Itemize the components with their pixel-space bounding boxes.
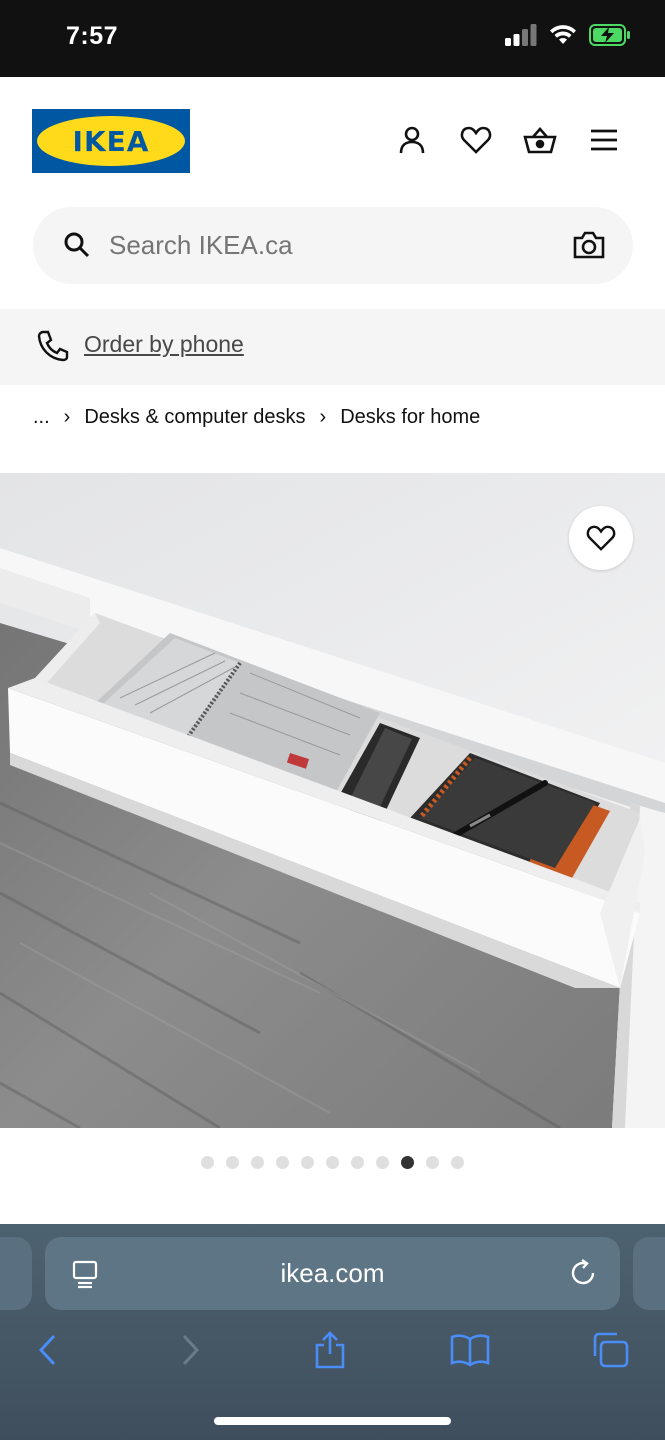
signal-icon	[505, 24, 537, 46]
forward-button[interactable]	[168, 1328, 212, 1372]
heart-icon	[586, 525, 616, 551]
order-by-phone-bar: Order by phone	[0, 309, 665, 385]
order-by-phone-link[interactable]: Order by phone	[84, 331, 244, 358]
chevron-right-icon: ›	[63, 406, 71, 428]
next-tab-preview[interactable]	[633, 1237, 665, 1310]
gallery-dot[interactable]	[301, 1156, 314, 1169]
gallery-dot[interactable]	[226, 1156, 239, 1169]
camera-icon[interactable]	[573, 230, 605, 260]
chevron-right-icon: ›	[319, 406, 327, 428]
address-bar[interactable]: ikea.com	[45, 1237, 620, 1310]
previous-tab-preview[interactable]	[0, 1237, 32, 1310]
chevron-left-icon	[38, 1334, 56, 1366]
status-icons	[505, 24, 631, 46]
search-input[interactable]	[109, 207, 549, 284]
header-icons	[395, 123, 621, 157]
cart-icon[interactable]	[523, 123, 557, 157]
logo-oval: IKEA	[37, 116, 185, 166]
site-header: IKEA	[0, 77, 665, 197]
logo-text: IKEA	[72, 124, 150, 158]
breadcrumb-item-desks-for-home[interactable]: Desks for home	[340, 406, 480, 429]
tabs-button[interactable]	[588, 1328, 632, 1372]
reload-icon[interactable]	[568, 1258, 598, 1288]
account-icon[interactable]	[395, 123, 429, 157]
browser-toolbar	[0, 1328, 665, 1388]
phone-icon	[37, 330, 69, 362]
bookmarks-button[interactable]	[448, 1328, 492, 1372]
wifi-icon	[550, 25, 576, 44]
gallery-dot[interactable]	[351, 1156, 364, 1169]
product-image[interactable]	[0, 473, 665, 1128]
gallery-dot[interactable]	[251, 1156, 264, 1169]
chevron-right-icon	[182, 1334, 200, 1366]
back-button[interactable]	[26, 1328, 70, 1372]
gallery-pagination	[0, 1156, 665, 1169]
breadcrumb-item-ellipsis[interactable]: ...	[33, 406, 50, 429]
search-icon	[64, 232, 90, 258]
gallery-dot[interactable]	[276, 1156, 289, 1169]
home-indicator	[214, 1417, 451, 1425]
menu-icon[interactable]	[587, 123, 621, 157]
ikea-logo[interactable]: IKEA	[32, 109, 190, 173]
add-to-favorites-button[interactable]	[569, 506, 633, 570]
book-icon	[450, 1334, 490, 1367]
status-bar: 7:57	[0, 0, 665, 77]
share-icon	[315, 1331, 345, 1369]
gallery-dot[interactable]	[201, 1156, 214, 1169]
battery-charging-icon	[589, 24, 630, 46]
gallery-dot[interactable]	[426, 1156, 439, 1169]
share-button[interactable]	[308, 1328, 352, 1372]
heart-icon[interactable]	[459, 123, 493, 157]
breadcrumb-item-desks-computer-desks[interactable]: Desks & computer desks	[84, 406, 305, 429]
gallery-dot-active[interactable]	[401, 1156, 414, 1169]
browser-bottom-bar: ikea.com	[0, 1224, 665, 1440]
url-text: ikea.com	[280, 1258, 385, 1288]
gallery-dot[interactable]	[376, 1156, 389, 1169]
status-time: 7:57	[66, 22, 119, 50]
product-photo-desk-drawer	[0, 473, 665, 1128]
gallery-dot[interactable]	[451, 1156, 464, 1169]
search-bar[interactable]	[33, 207, 633, 284]
gallery-dot[interactable]	[326, 1156, 339, 1169]
tabs-icon	[593, 1332, 629, 1368]
breadcrumb: ... › Desks & computer desks › Desks for…	[33, 406, 480, 429]
